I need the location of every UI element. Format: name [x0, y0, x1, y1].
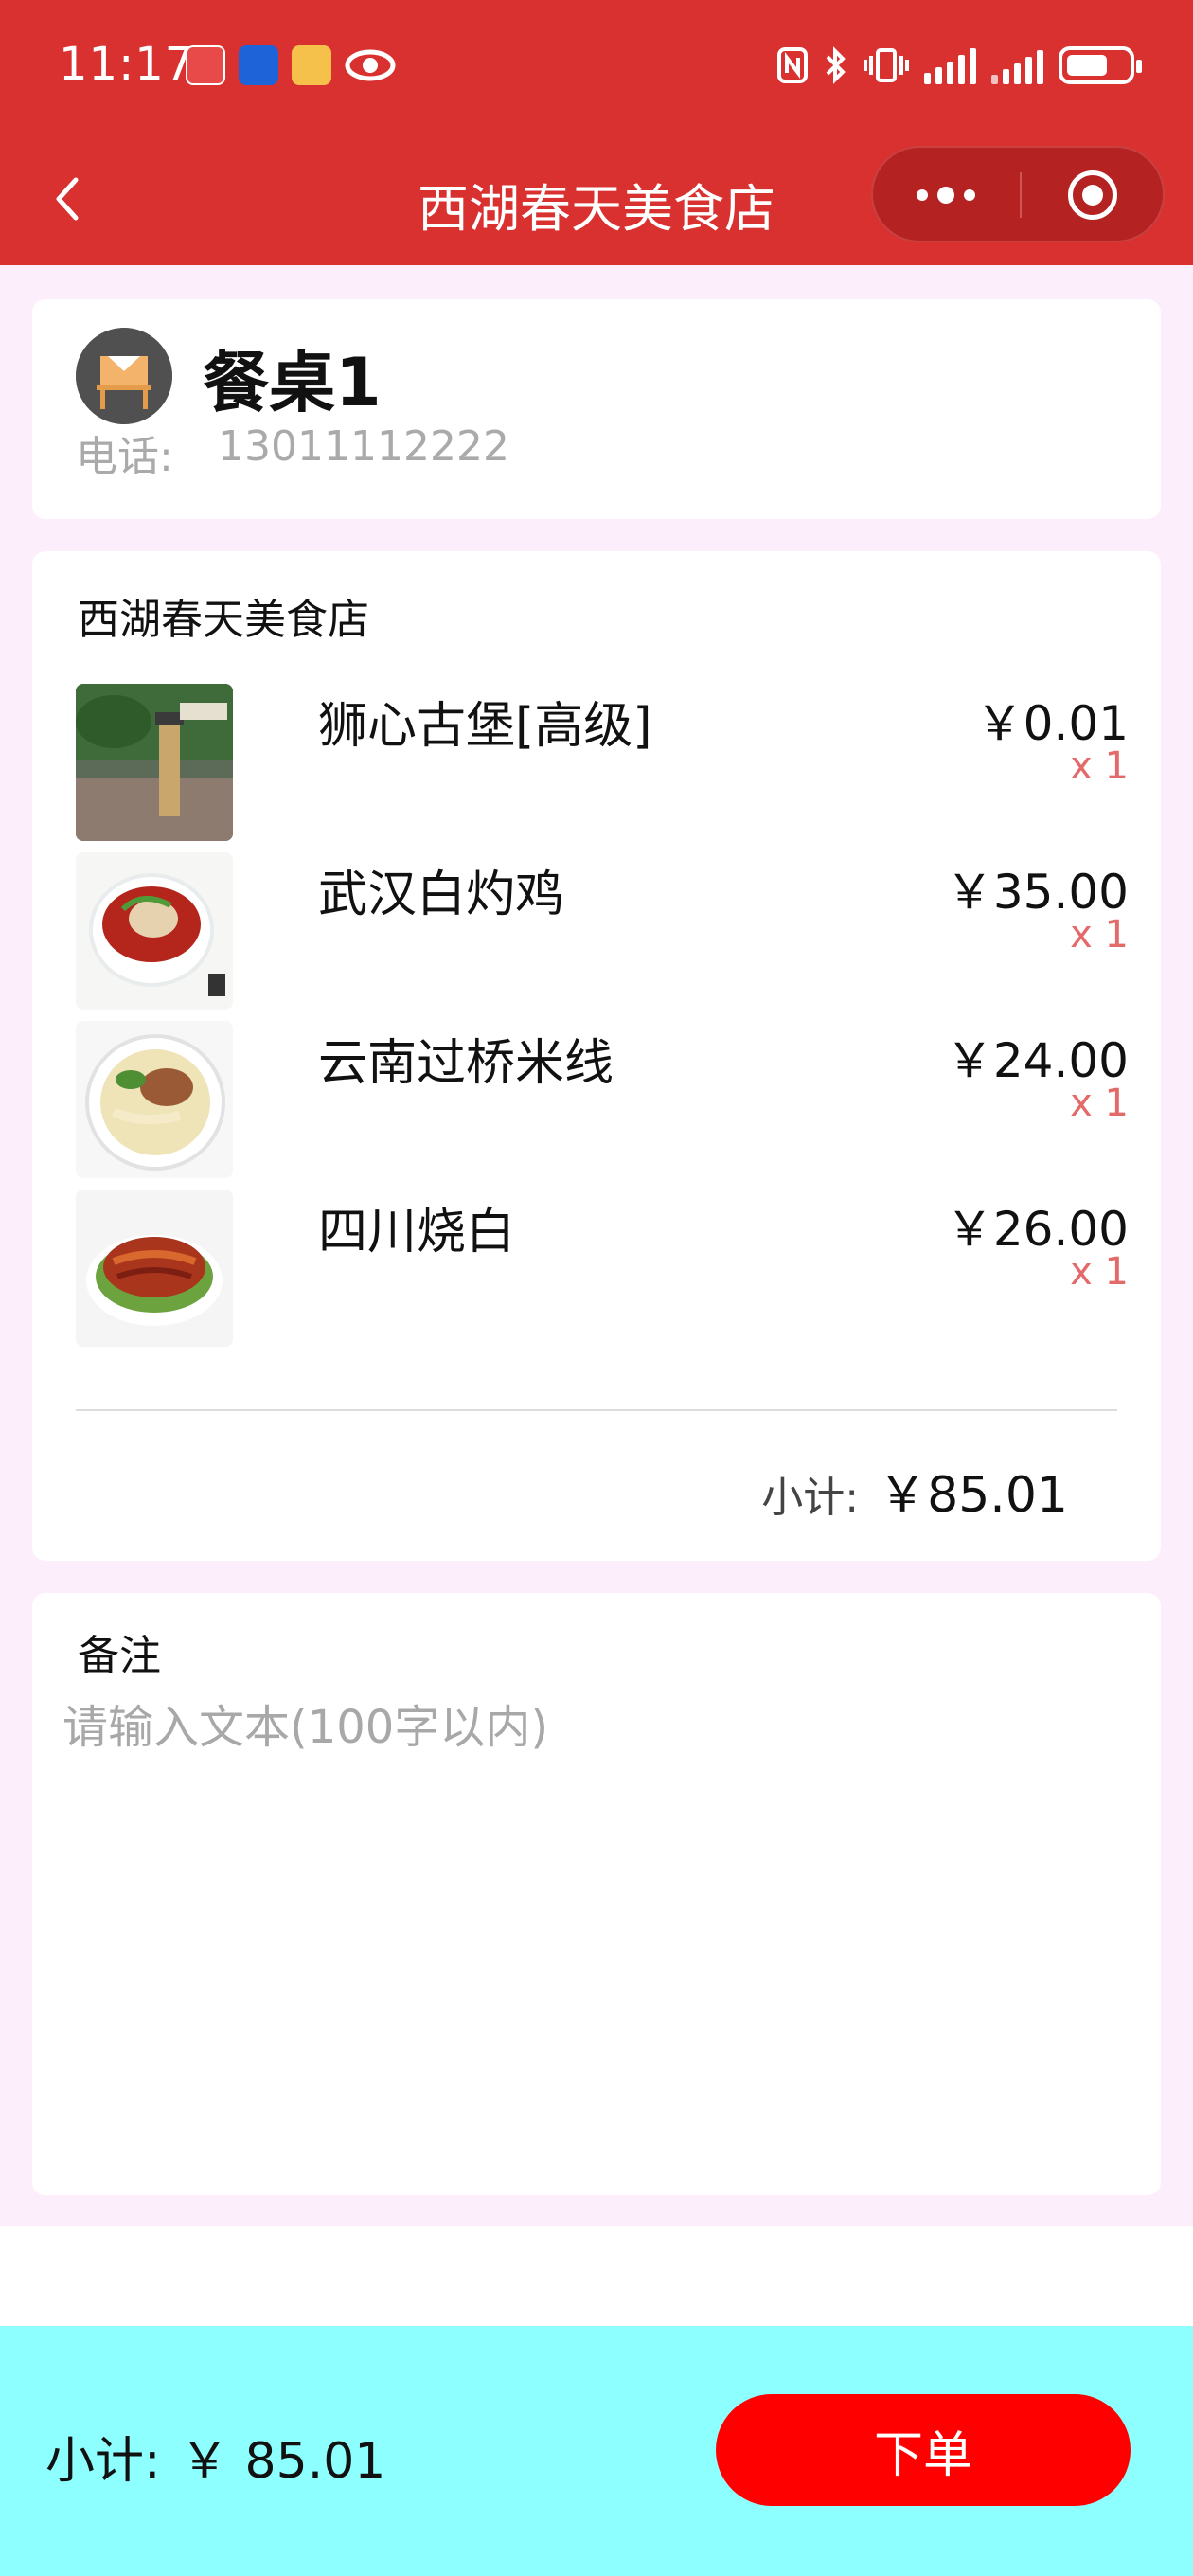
phone-value: 13011112222 — [218, 422, 509, 471]
order-item: 四川烧白 ￥26.00 x 1 — [76, 1190, 1146, 1347]
status-app-icons — [186, 45, 396, 85]
item-name: 狮心古堡[高级] — [318, 698, 652, 755]
table-card: 餐桌1 电话: 13011112222 — [32, 299, 1161, 519]
item-image — [76, 1021, 233, 1178]
item-quantity: x 1 — [1070, 1250, 1129, 1294]
dining-table-icon — [76, 328, 172, 424]
table-name: 餐桌1 — [203, 344, 382, 421]
order-item: 狮心古堡[高级] ￥0.01 x 1 — [76, 684, 1146, 841]
order-item: 武汉白灼鸡 ￥35.00 x 1 — [76, 852, 1146, 1010]
nav-bar: 西湖春天美食店 — [0, 133, 1193, 265]
bluebird-app-icon — [239, 45, 278, 85]
item-image — [76, 852, 233, 1010]
place-order-button[interactable]: 下单 — [716, 2394, 1131, 2506]
status-bar: 11:17 — [0, 0, 1193, 133]
signal-2-icon — [991, 46, 1043, 84]
item-name: 武汉白灼鸡 — [318, 867, 565, 923]
checkout-bar: 小计: ￥ 85.01 下单 — [0, 2326, 1193, 2576]
battery-icon — [1059, 46, 1142, 84]
bluetooth-icon — [826, 46, 846, 84]
item-quantity: x 1 — [1070, 913, 1129, 957]
item-quantity: x 1 — [1070, 744, 1129, 788]
phone-label: 电话: — [76, 433, 173, 481]
item-quantity: x 1 — [1070, 1082, 1129, 1125]
subtotal-row: 小计: ￥85.01 — [761, 1455, 1068, 1526]
divider — [76, 1409, 1117, 1411]
yellow-app-icon — [292, 45, 331, 85]
mini-program-capsule — [871, 146, 1165, 242]
subtotal-label: 小计: — [761, 1474, 860, 1522]
total-label: 小计: — [45, 2433, 161, 2490]
note-label: 备注 — [78, 1632, 161, 1680]
item-name: 云南过桥米线 — [318, 1035, 614, 1092]
store-name: 西湖春天美食店 — [78, 596, 369, 644]
item-name: 四川烧白 — [318, 1204, 516, 1261]
signal-icon — [924, 46, 976, 84]
subtotal-value: ￥85.01 — [878, 1467, 1068, 1524]
vibrate-icon — [864, 48, 909, 82]
capsule-divider — [1020, 172, 1022, 218]
item-image — [76, 684, 233, 841]
order-card: 西湖春天美食店 狮心古堡[高级] ￥0.01 x 1 武汉白灼鸡 ￥35.00 … — [32, 551, 1161, 1561]
eye-icon — [345, 49, 396, 81]
order-item: 云南过桥米线 ￥24.00 x 1 — [76, 1021, 1146, 1178]
status-time: 11:17 — [59, 38, 195, 91]
table-avatar — [76, 328, 172, 424]
total-value: ￥ 85.01 — [180, 2433, 386, 2490]
app-notification-icon — [186, 45, 225, 85]
close-target-icon[interactable] — [1068, 170, 1117, 220]
item-image — [76, 1190, 233, 1347]
note-card: 备注 — [32, 1593, 1161, 2195]
more-icon[interactable] — [873, 148, 1019, 242]
status-indicators — [776, 45, 1142, 85]
note-input[interactable] — [61, 1688, 1134, 2165]
nfc-icon — [777, 47, 808, 83]
